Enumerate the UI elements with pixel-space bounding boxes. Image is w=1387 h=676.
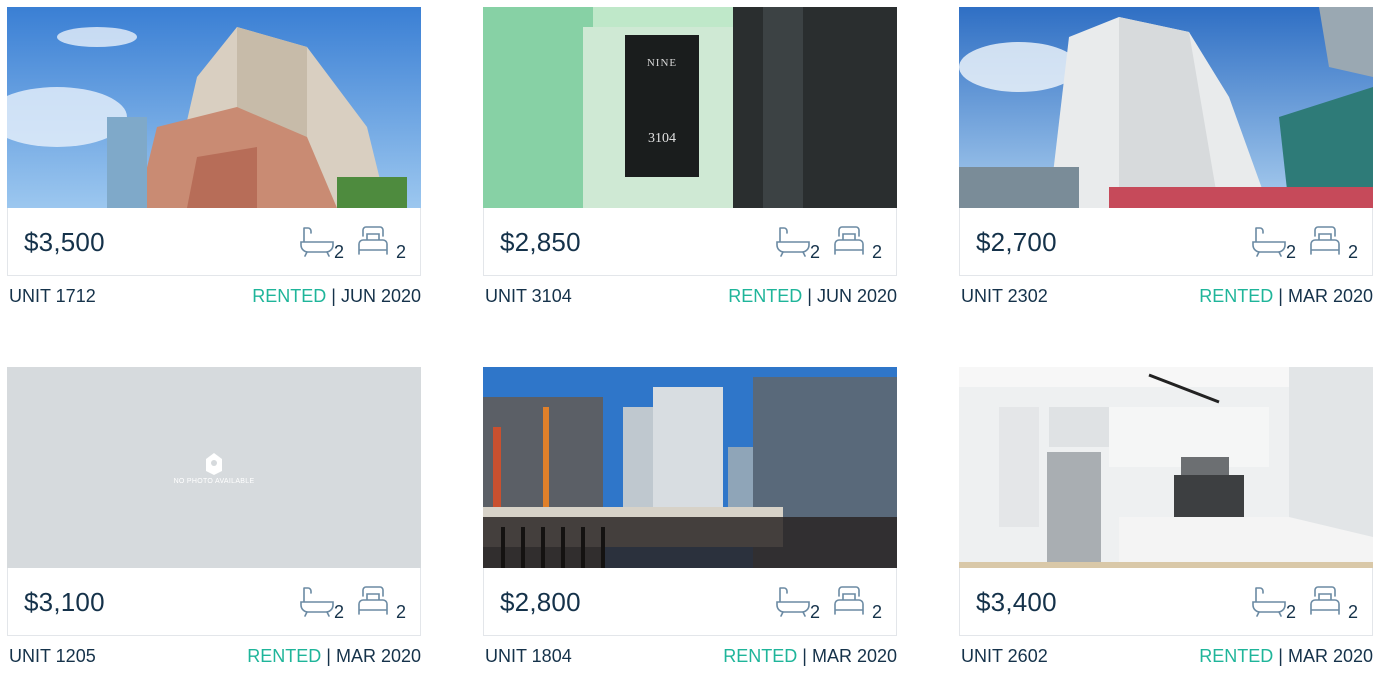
bathtub-icon	[774, 582, 812, 620]
price-bar: $2,850 2 2	[483, 208, 897, 276]
listing-card[interactable]: NO PHOTO AVAILABLE $3,100 2 2 UNIT 1205 …	[7, 367, 421, 676]
listing-photo[interactable]	[7, 7, 421, 208]
separator: |	[807, 286, 812, 306]
unit-number[interactable]: UNIT 1712	[9, 276, 96, 316]
listing-photo[interactable]	[959, 367, 1373, 568]
bed-count: 2	[871, 602, 882, 622]
separator: |	[1278, 286, 1283, 306]
listing-price: $2,700	[976, 227, 1057, 257]
listing-meta: UNIT 2602 RENTED | MAR 2020	[959, 636, 1373, 676]
listing-photo[interactable]	[959, 7, 1373, 208]
listing-photo[interactable]: NINE 3104	[483, 7, 897, 208]
amenities: 2 2	[774, 582, 882, 623]
bed-icon	[354, 222, 392, 260]
sign-number: 3104	[648, 131, 676, 146]
listing-card[interactable]: $3,400 2 2 UNIT 2602 RENTED | MAR 2020	[959, 367, 1373, 676]
listing-price: $3,500	[24, 227, 105, 257]
price-bar: $3,100 2 2	[7, 568, 421, 636]
listing-status: RENTED | MAR 2020	[723, 636, 897, 676]
rented-date: JUN 2020	[816, 286, 897, 306]
rented-date: MAR 2020	[811, 646, 897, 666]
bed-count: 2	[395, 602, 406, 622]
no-photo-text: NO PHOTO AVAILABLE	[173, 478, 255, 485]
amenities: 2 2	[1250, 582, 1358, 623]
listing-price: $2,800	[500, 587, 581, 617]
amenities: 2 2	[298, 222, 406, 263]
price-bar: $2,700 2 2	[959, 208, 1373, 276]
separator: |	[326, 646, 331, 666]
amenities: 2 2	[1250, 222, 1358, 263]
listing-status: RENTED | JUN 2020	[728, 276, 897, 316]
bed-count: 2	[395, 242, 406, 262]
listing-photo[interactable]: NO PHOTO AVAILABLE	[7, 367, 421, 568]
amenities: 2 2	[298, 582, 406, 623]
listing-photo[interactable]	[483, 367, 897, 568]
unit-number[interactable]: UNIT 1804	[485, 636, 572, 676]
bed-icon	[1306, 222, 1344, 260]
status-rented: RENTED	[252, 286, 327, 306]
bed-icon	[830, 582, 868, 620]
status-rented: RENTED	[1199, 286, 1274, 306]
listing-card[interactable]: $2,700 2 2 UNIT 2302 RENTED | MAR 2020	[959, 7, 1373, 316]
listing-card[interactable]: $3,500 2 2 UNIT 1712 RENTED | JUN 2020	[7, 7, 421, 316]
bath-count: 2	[1285, 602, 1296, 622]
rented-date: JUN 2020	[340, 286, 421, 306]
amenities: 2 2	[774, 222, 882, 263]
bathtub-icon	[1250, 222, 1288, 260]
price-bar: $2,800 2 2	[483, 568, 897, 636]
bed-count: 2	[1347, 602, 1358, 622]
listing-price: $3,400	[976, 587, 1057, 617]
bed-count: 2	[871, 242, 882, 262]
listing-meta: UNIT 1804 RENTED | MAR 2020	[483, 636, 897, 676]
listing-status: RENTED | MAR 2020	[1199, 276, 1373, 316]
price-bar: $3,500 2 2	[7, 208, 421, 276]
listing-price: $2,850	[500, 227, 581, 257]
listing-card[interactable]: $2,800 2 2 UNIT 1804 RENTED | MAR 2020	[483, 367, 897, 676]
listing-meta: UNIT 1205 RENTED | MAR 2020	[7, 636, 421, 676]
bed-icon	[354, 582, 392, 620]
bed-count: 2	[1347, 242, 1358, 262]
bathtub-icon	[1250, 582, 1288, 620]
listing-meta: UNIT 3104 RENTED | JUN 2020	[483, 276, 897, 316]
bed-icon	[1306, 582, 1344, 620]
bath-count: 2	[809, 242, 820, 262]
rented-date: MAR 2020	[1287, 286, 1373, 306]
listings-grid: $3,500 2 2 UNIT 1712 RENTED | JUN 2020 N…	[0, 0, 1387, 671]
rented-date: MAR 2020	[1287, 646, 1373, 666]
status-rented: RENTED	[247, 646, 322, 666]
unit-number[interactable]: UNIT 2602	[961, 636, 1048, 676]
sign-title: NINE	[646, 57, 678, 69]
bathtub-icon	[774, 222, 812, 260]
unit-number[interactable]: UNIT 2302	[961, 276, 1048, 316]
separator: |	[331, 286, 336, 306]
bath-count: 2	[333, 602, 344, 622]
bed-icon	[830, 222, 868, 260]
status-rented: RENTED	[1199, 646, 1274, 666]
status-rented: RENTED	[723, 646, 798, 666]
listing-meta: UNIT 2302 RENTED | MAR 2020	[959, 276, 1373, 316]
status-rented: RENTED	[728, 286, 803, 306]
listing-status: RENTED | MAR 2020	[247, 636, 421, 676]
bath-count: 2	[1285, 242, 1296, 262]
bath-count: 2	[809, 602, 820, 622]
separator: |	[1278, 646, 1283, 666]
unit-number[interactable]: UNIT 3104	[485, 276, 572, 316]
separator: |	[802, 646, 807, 666]
listing-status: RENTED | MAR 2020	[1199, 636, 1373, 676]
listing-status: RENTED | JUN 2020	[252, 276, 421, 316]
bathtub-icon	[298, 582, 336, 620]
bathtub-icon	[298, 222, 336, 260]
rented-date: MAR 2020	[335, 646, 421, 666]
bath-count: 2	[333, 242, 344, 262]
listing-meta: UNIT 1712 RENTED | JUN 2020	[7, 276, 421, 316]
price-bar: $3,400 2 2	[959, 568, 1373, 636]
listing-card[interactable]: NINE 3104 $2,850 2 2 UNIT 3104 RENTED | …	[483, 7, 897, 316]
listing-price: $3,100	[24, 587, 105, 617]
unit-number[interactable]: UNIT 1205	[9, 636, 96, 676]
